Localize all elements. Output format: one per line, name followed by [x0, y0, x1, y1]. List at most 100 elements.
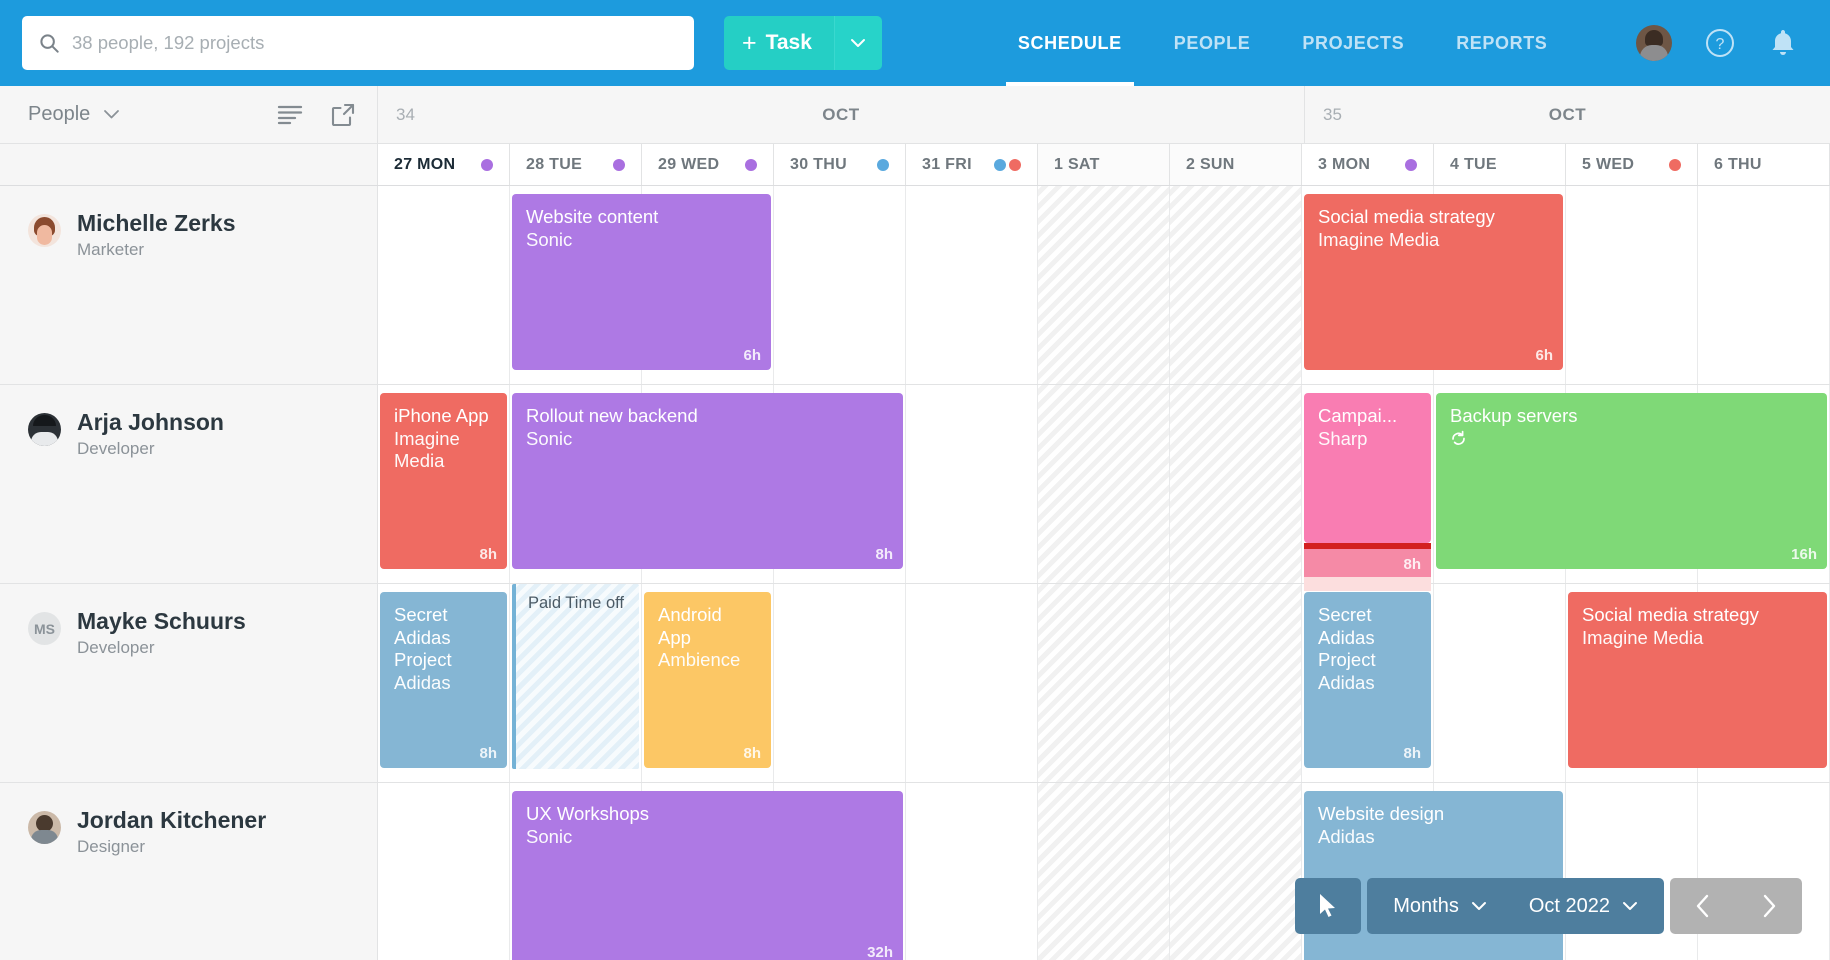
task-project: Sonic [526, 826, 889, 849]
search-box[interactable] [22, 16, 694, 70]
task-hours: 8h [1403, 556, 1421, 573]
day-header-label: 30 THU [790, 156, 847, 174]
day-header-cell[interactable]: 3 MON [1302, 144, 1434, 185]
person-row[interactable]: Michelle ZerksMarketer [0, 186, 377, 385]
week-bar: 34 OCT 35 OCT [378, 86, 1830, 143]
chevron-down-icon [1471, 901, 1487, 911]
nav-item-projects[interactable]: PROJECTS [1276, 0, 1430, 86]
task-overflow-indicator[interactable]: 8h [1304, 543, 1431, 591]
schedule-cell[interactable] [906, 783, 1038, 960]
schedule-cell[interactable] [1038, 584, 1170, 782]
status-dot [613, 159, 625, 171]
schedule-cell[interactable] [1038, 186, 1170, 384]
task-card[interactable]: Social media strategyImagine Media6h [1304, 194, 1563, 370]
add-task-label: Task [766, 31, 812, 55]
task-card[interactable]: Android AppAmbience8h [644, 592, 771, 768]
export-button[interactable] [331, 103, 355, 127]
chevron-left-icon [1695, 893, 1711, 919]
day-header-label: 6 THU [1714, 156, 1762, 174]
schedule-cell[interactable] [1170, 584, 1302, 782]
status-dot [994, 159, 1006, 171]
person-name: Jordan Kitchener [77, 807, 266, 833]
avatar[interactable] [1636, 25, 1672, 61]
schedule-cell[interactable] [1170, 783, 1302, 960]
day-header-cell[interactable]: 28 TUE [510, 144, 642, 185]
day-header-cell[interactable]: 1 SAT [1038, 144, 1170, 185]
day-header-cell[interactable]: 31 FRI [906, 144, 1038, 185]
pointer-cursor-icon [1318, 893, 1338, 919]
task-title: Campai... [1318, 405, 1417, 428]
task-card[interactable]: iPhone AppImagine Media8h [380, 393, 507, 569]
status-dot [1405, 159, 1417, 171]
day-header-cell[interactable]: 6 THU [1698, 144, 1830, 185]
next-period-button[interactable] [1736, 878, 1802, 934]
schedule-cell[interactable] [906, 385, 1038, 583]
task-hours: 8h [743, 745, 761, 762]
sub-header-actions [277, 103, 355, 127]
schedule-cell[interactable] [1566, 186, 1698, 384]
schedule-cell[interactable] [378, 783, 510, 960]
task-card[interactable]: Secret Adidas ProjectAdidas8h [380, 592, 507, 768]
task-hours: 6h [1535, 347, 1553, 364]
task-card[interactable]: Backup servers16h [1436, 393, 1827, 569]
task-card[interactable]: Website contentSonic6h [512, 194, 771, 370]
task-card[interactable]: Secret Adidas ProjectAdidas8h [1304, 592, 1431, 768]
sort-list-button[interactable] [277, 104, 303, 126]
notifications-button[interactable] [1768, 27, 1798, 59]
nav-item-schedule[interactable]: SCHEDULE [992, 0, 1148, 86]
task-card[interactable]: UX WorkshopsSonic32h [512, 791, 903, 960]
day-status-dots [481, 159, 493, 171]
range-unit-selector[interactable]: Months [1393, 895, 1487, 918]
previous-period-button[interactable] [1670, 878, 1736, 934]
schedule-cell[interactable] [1170, 186, 1302, 384]
task-project: Ambience [658, 649, 757, 672]
export-icon [331, 103, 355, 127]
task-card[interactable]: Rollout new backendSonic8h [512, 393, 903, 569]
nav-label: REPORTS [1456, 33, 1547, 54]
help-button[interactable]: ? [1704, 27, 1736, 59]
task-title: Website design [1318, 803, 1549, 826]
day-header-cell[interactable]: 5 WED [1566, 144, 1698, 185]
add-task-dropdown-button[interactable] [834, 16, 882, 70]
schedule-cell[interactable] [378, 186, 510, 384]
schedule-cell[interactable] [1698, 186, 1830, 384]
task-card[interactable]: Website designAdidas22h [1304, 791, 1563, 960]
nav-item-people[interactable]: PEOPLE [1148, 0, 1277, 86]
period-selector[interactable]: Oct 2022 [1529, 895, 1638, 918]
schedule-cell[interactable] [774, 186, 906, 384]
status-dot [745, 159, 757, 171]
sort-list-icon [277, 104, 303, 126]
day-header-cell[interactable]: 27 MON [378, 144, 510, 185]
task-card[interactable]: Campai...Sharp [1304, 393, 1431, 543]
time-off-block[interactable]: Paid Time off [512, 584, 639, 769]
task-title: Website content [526, 206, 757, 229]
task-title: Secret Adidas Project [1318, 604, 1417, 672]
cursor-tool-button[interactable] [1295, 878, 1361, 934]
add-task-button[interactable]: + Task [724, 16, 834, 70]
person-row[interactable]: Jordan KitchenerDesigner [0, 783, 377, 960]
schedule-cell[interactable] [774, 584, 906, 782]
schedule-cell[interactable] [1434, 584, 1566, 782]
day-header-cell[interactable]: 4 TUE [1434, 144, 1566, 185]
group-by-selector[interactable]: People [28, 103, 120, 126]
task-title: Social media strategy [1582, 604, 1813, 627]
person-row[interactable]: Arja JohnsonDeveloper [0, 385, 377, 584]
person-row[interactable]: MSMayke SchuursDeveloper [0, 584, 377, 783]
week-number: 35 [1323, 105, 1342, 125]
day-header-cell[interactable]: 30 THU [774, 144, 906, 185]
schedule-cell[interactable] [1038, 385, 1170, 583]
task-card[interactable]: Social media strategyImagine Media [1568, 592, 1827, 768]
search-input[interactable] [72, 32, 678, 54]
top-bar-actions: ? [1636, 25, 1808, 61]
schedule-cell[interactable] [906, 584, 1038, 782]
day-header-cell[interactable]: 2 SUN [1170, 144, 1302, 185]
schedule-cell[interactable] [1170, 385, 1302, 583]
schedule-cell[interactable] [1038, 783, 1170, 960]
nav-item-reports[interactable]: REPORTS [1430, 0, 1573, 86]
day-header-cell[interactable]: 29 WED [642, 144, 774, 185]
person-role: Developer [77, 439, 224, 459]
chevron-down-icon [850, 38, 866, 48]
time-off-label: Paid Time off [528, 594, 627, 613]
schedule-cell[interactable] [906, 186, 1038, 384]
task-title: UX Workshops [526, 803, 889, 826]
